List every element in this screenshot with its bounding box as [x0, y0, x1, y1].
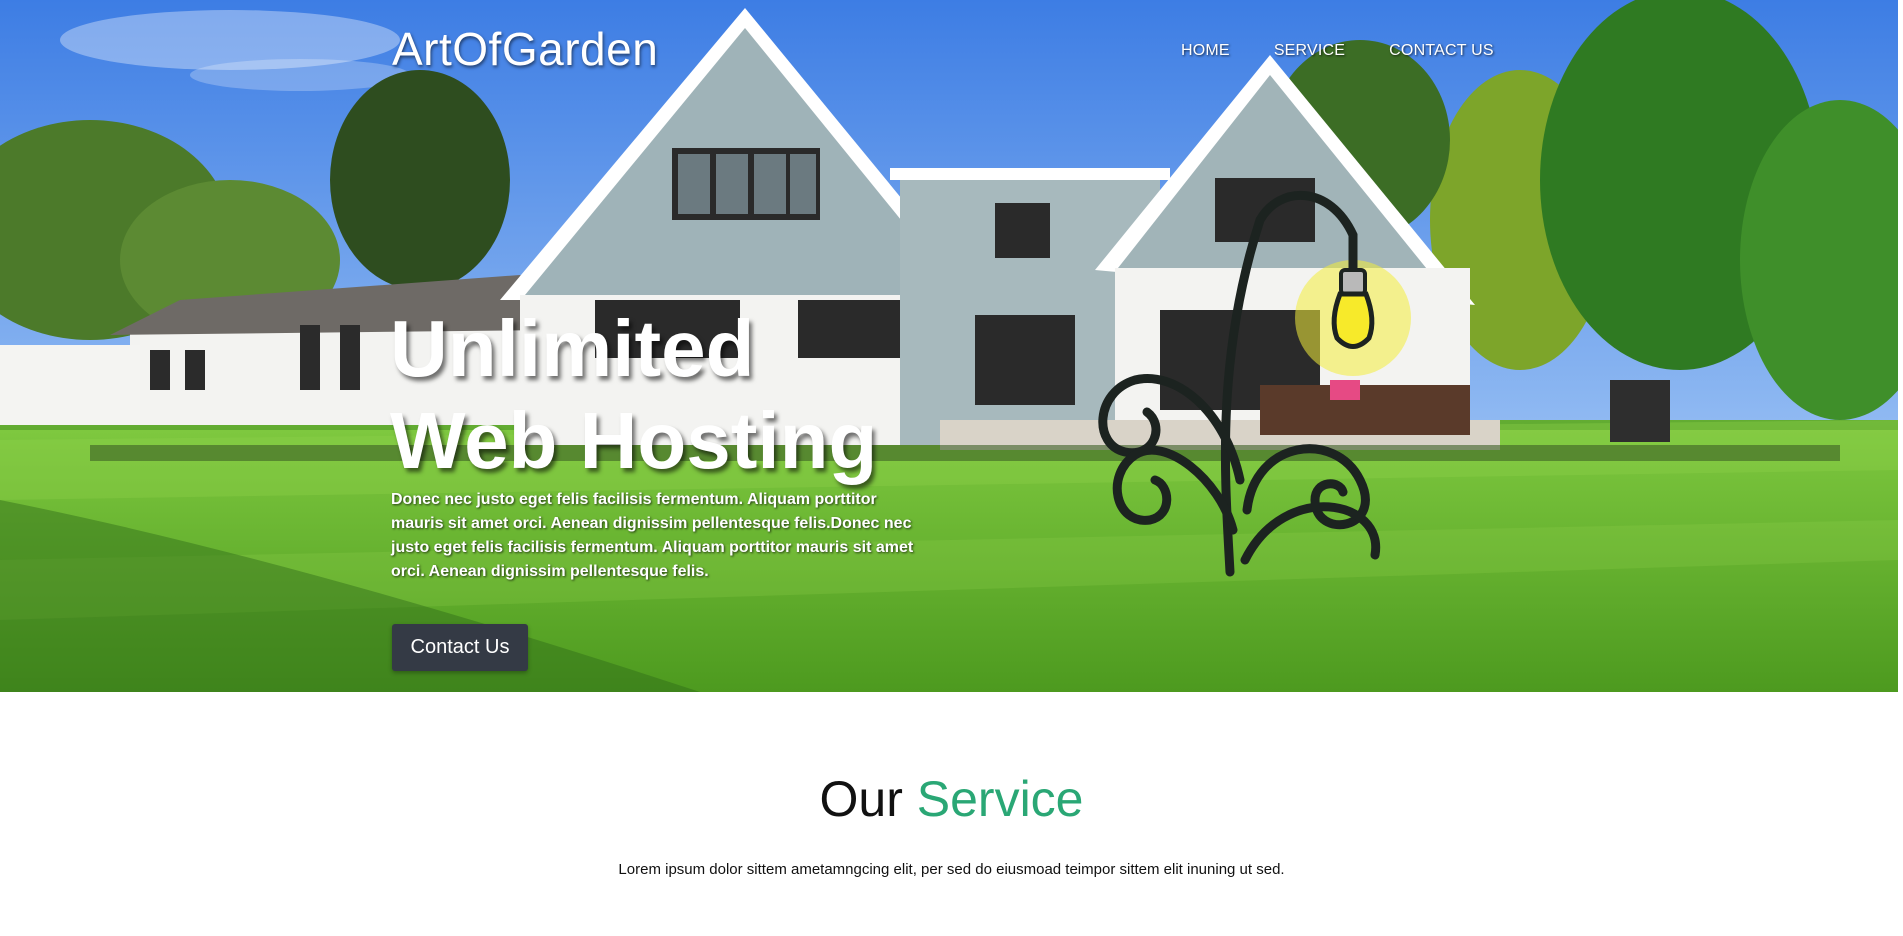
hero-title: Unlimited Web Hosting — [390, 303, 950, 487]
lamp-plant-icon — [1098, 190, 1411, 577]
brand-logo[interactable]: ArtOfGarden — [392, 22, 658, 76]
hero-section: ArtOfGarden HOME SERVICE CONTACT US Unli… — [0, 0, 1898, 692]
service-heading-accent: Service — [916, 771, 1084, 827]
service-heading-prefix: Our — [819, 771, 903, 827]
hero-description: Donec nec justo eget felis facilisis fer… — [391, 491, 914, 580]
nav-item-home[interactable]: HOME — [1181, 42, 1230, 60]
hero-title-line-1: Unlimited — [390, 304, 755, 393]
nav-item-service[interactable]: SERVICE — [1274, 42, 1345, 60]
service-heading: Our Service — [0, 770, 1903, 828]
nav-item-contact-us[interactable]: CONTACT US — [1389, 42, 1494, 60]
main-nav: HOME SERVICE CONTACT US — [1181, 42, 1494, 60]
hero-title-line-2: Web Hosting — [390, 396, 878, 485]
contact-us-button[interactable]: Contact Us — [392, 624, 528, 671]
service-description: Lorem ipsum dolor sittem ametamngcing el… — [618, 861, 1285, 878]
